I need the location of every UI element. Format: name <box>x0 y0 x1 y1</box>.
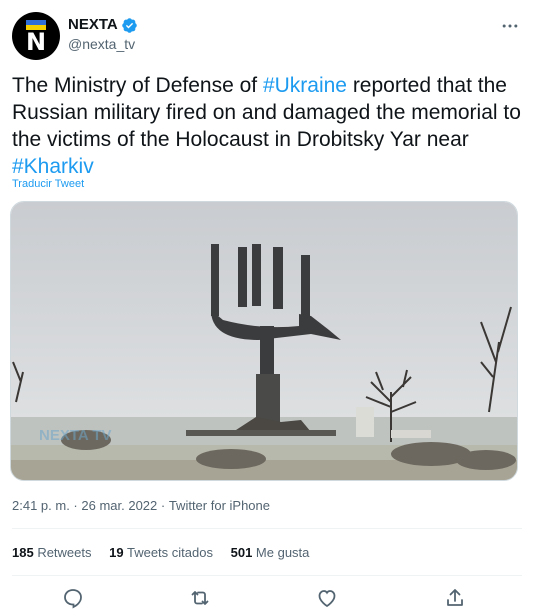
action-bar <box>0 584 534 612</box>
retweet-icon[interactable] <box>188 586 212 610</box>
tweet-metadata: 2:41 p. m. · 26 mar. 2022 · Twitter for … <box>12 498 270 513</box>
quote-tweets-count: 19 <box>109 545 124 560</box>
retweets-count: 185 <box>12 545 34 560</box>
tweet-stats: 185 Retweets 19 Tweets citados 501 Me gu… <box>12 545 323 560</box>
likes-count: 501 <box>230 545 253 560</box>
verified-badge-icon <box>121 17 137 33</box>
more-options-icon[interactable] <box>498 16 522 38</box>
retweets-stat[interactable]: 185 Retweets <box>12 545 92 560</box>
author-block: NEXTA @nexta_tv <box>68 16 138 54</box>
tweet-date[interactable]: 26 mar. 2022 <box>81 498 157 513</box>
tweet-source[interactable]: Twitter for iPhone <box>169 498 270 513</box>
tweet-photo[interactable]: NEXTA TV <box>10 201 518 481</box>
display-name[interactable]: NEXTA <box>68 16 118 34</box>
hashtag-kharkiv[interactable]: #Kharkiv <box>12 155 94 178</box>
translate-tweet-link[interactable]: Traducir Tweet <box>12 178 84 190</box>
meta-separator: · <box>157 498 169 513</box>
divider <box>12 575 522 576</box>
tweet-header: N NEXTA @nexta_tv <box>12 12 522 60</box>
likes-stat[interactable]: 501 Me gusta <box>231 545 310 560</box>
quote-tweets-stat[interactable]: 19 Tweets citados <box>109 545 213 560</box>
avatar-logo: N <box>25 28 47 56</box>
avatar[interactable]: N <box>12 12 60 60</box>
tweet-text-part: The Ministry of Defense of <box>12 74 263 97</box>
share-icon[interactable] <box>443 586 467 610</box>
heart-icon[interactable] <box>315 586 339 610</box>
retweets-label: Retweets <box>33 545 92 560</box>
tweet-time[interactable]: 2:41 p. m. <box>12 498 70 513</box>
likes-label: Me gusta <box>252 545 310 560</box>
reply-icon[interactable] <box>61 586 85 610</box>
hashtag-ukraine[interactable]: #Ukraine <box>263 74 347 97</box>
meta-separator: · <box>69 498 82 513</box>
photo-watermark: NEXTA TV <box>39 427 112 444</box>
user-handle[interactable]: @nexta_tv <box>68 34 138 54</box>
tweet-text: The Ministry of Defense of #Ukraine repo… <box>12 72 522 180</box>
divider <box>12 528 522 529</box>
memorial-photo: NEXTA TV <box>11 202 517 480</box>
quote-tweets-label: Tweets citados <box>123 545 213 560</box>
